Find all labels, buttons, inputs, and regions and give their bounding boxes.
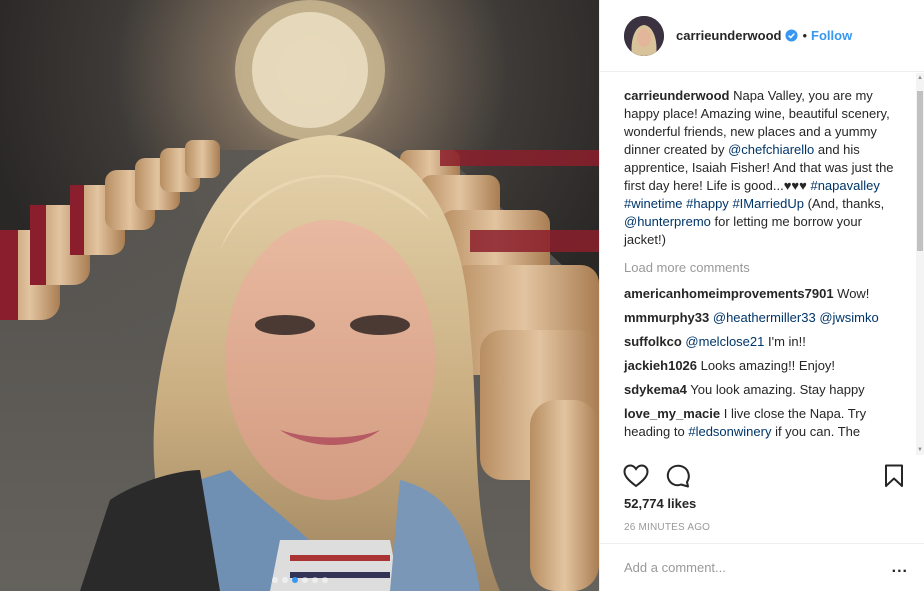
scroll-down-arrow-icon[interactable]: ▼	[916, 445, 924, 455]
comment-username[interactable]: jackieh1026	[624, 358, 697, 373]
scroll-up-arrow-icon[interactable]: ▲	[916, 73, 924, 83]
carousel-dot	[281, 577, 288, 583]
comment-item: americanhomeimprovements7901 Wow!	[624, 285, 899, 303]
bookmark-icon	[885, 464, 903, 487]
verified-badge-icon	[785, 29, 799, 42]
likes-count[interactable]: 52,774 likes	[624, 496, 696, 511]
carousel-dot	[321, 577, 328, 583]
post-header: carrieunderwood • Follow	[600, 0, 924, 72]
mention-link[interactable]: @melclose21	[685, 334, 764, 349]
more-options-button[interactable]: ...	[892, 559, 908, 577]
comments-list[interactable]: carrieunderwood Napa Valley, you are my …	[600, 73, 924, 455]
text-segment: Wow!	[833, 286, 870, 301]
comment-item: sdykema4 You look amazing. Stay happy	[624, 381, 899, 399]
comment-container: americanhomeimprovements7901 Wow! mmmurph…	[624, 285, 912, 441]
post-photo-image	[0, 0, 599, 591]
header-separator: •	[802, 28, 808, 43]
save-button[interactable]	[880, 462, 908, 490]
comment-username[interactable]: love_my_macie	[624, 406, 720, 421]
follow-button[interactable]: Follow	[811, 28, 852, 43]
hashtag-link[interactable]: #winetime	[624, 196, 683, 211]
like-button[interactable]	[622, 462, 650, 490]
hashtag-link[interactable]: #happy	[686, 196, 729, 211]
text-segment: Looks amazing!! Enjoy!	[697, 358, 836, 373]
post-photo[interactable]	[0, 0, 599, 591]
mention-link[interactable]: @hunterpremo	[624, 214, 711, 229]
hashtag-link[interactable]: #IMarriedUp	[732, 196, 804, 211]
comment-item: suffolkco @melclose21 I'm in!!	[624, 333, 899, 351]
heart-icon	[623, 464, 649, 488]
post-side-panel: carrieunderwood • Follow carrieunderwood…	[599, 0, 924, 591]
text-segment: if you can. The	[771, 424, 861, 439]
comment-item: jackieh1026 Looks amazing!! Enjoy!	[624, 357, 899, 375]
post-timestamp[interactable]: 26 MINUTES AGO	[624, 522, 710, 533]
hashtag-link[interactable]: #ledsonwinery	[688, 424, 771, 439]
comment-username[interactable]: sdykema4	[624, 382, 687, 397]
caption-username[interactable]: carrieunderwood	[624, 88, 729, 103]
comment-item: love_my_macie I live close the Napa. Try…	[624, 405, 899, 441]
comment-item: mmmurphy33 @heathermiller33 @jwsimko	[624, 309, 899, 327]
caption-text: Napa Valley, you are my happy place! Ama…	[624, 88, 894, 247]
carousel-dot	[311, 577, 318, 583]
header-username[interactable]: carrieunderwood	[676, 28, 781, 43]
carousel-dot	[301, 577, 308, 583]
text-segment: I'm in!!	[764, 334, 806, 349]
comment-username[interactable]: suffolkco	[624, 334, 682, 349]
comments-scrollbar[interactable]: ▲ ▼	[916, 73, 924, 455]
post-caption: carrieunderwood Napa Valley, you are my …	[624, 87, 899, 249]
scroll-thumb[interactable]	[917, 91, 923, 251]
add-comment-bar: ...	[600, 543, 924, 591]
post-actions	[600, 460, 924, 492]
text-segment: (And, thanks,	[803, 196, 885, 211]
add-comment-input[interactable]	[624, 560, 892, 575]
comment-icon	[666, 464, 690, 488]
avatar[interactable]	[624, 15, 664, 56]
carousel-indicator	[0, 577, 599, 583]
load-more-comments-button[interactable]: Load more comments	[624, 259, 912, 277]
carousel-dot	[271, 577, 278, 583]
mention-link[interactable]: @jwsimko	[819, 310, 878, 325]
text-segment: You look amazing. Stay happy	[686, 382, 865, 397]
mention-link[interactable]: @heathermiller33	[713, 310, 816, 325]
carousel-dot-active	[291, 577, 298, 583]
comment-button[interactable]	[664, 462, 692, 490]
comment-username[interactable]: mmmurphy33	[624, 310, 709, 325]
mention-link[interactable]: @chefchiarello	[728, 142, 814, 157]
hashtag-link[interactable]: #napavalley	[810, 178, 879, 193]
comment-username[interactable]: americanhomeimprovements7901	[624, 286, 834, 301]
